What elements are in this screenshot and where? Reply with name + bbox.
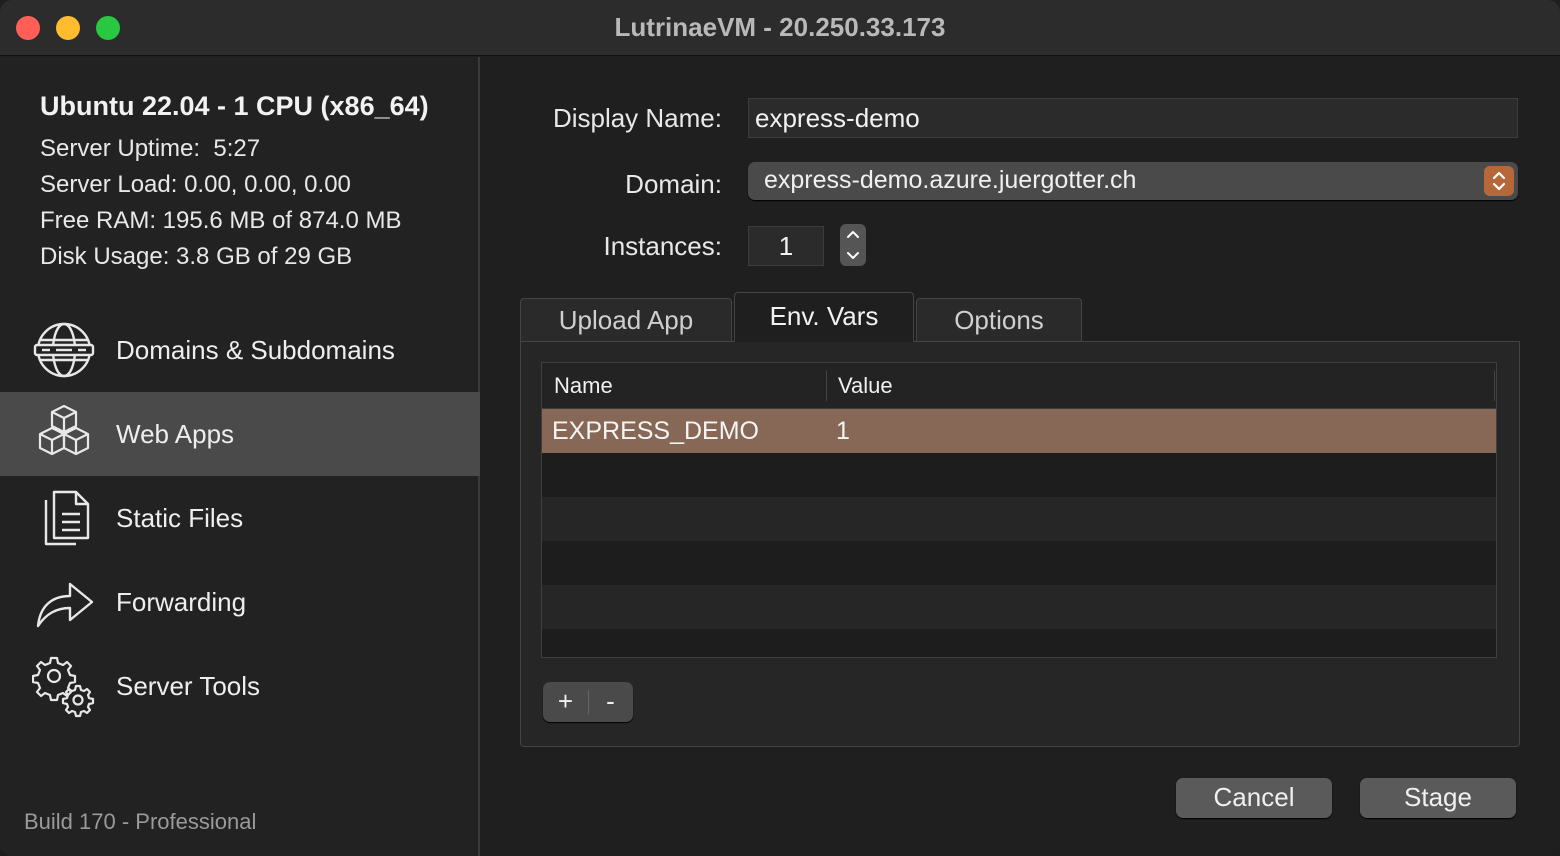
sidebar-item-domains[interactable]: Domains & Subdomains	[0, 308, 480, 392]
chevron-up-icon	[847, 231, 859, 238]
forward-arrow-icon	[32, 570, 96, 634]
display-name-field[interactable]: express-demo	[748, 98, 1518, 138]
env-vars-table[interactable]: Name Value EXPRESS_DEMO 1	[541, 362, 1497, 658]
sidebar-item-static-files[interactable]: Static Files	[0, 476, 480, 560]
stepper-up-button[interactable]	[840, 224, 866, 245]
free-ram: Free RAM: 195.6 MB of 874.0 MB	[40, 207, 402, 234]
env-vars-panel: Name Value EXPRESS_DEMO 1 + -	[520, 341, 1520, 747]
column-header-name[interactable]: Name	[542, 363, 826, 409]
server-uptime: Server Uptime: 5:27	[40, 135, 261, 162]
column-header-value[interactable]: Value	[826, 363, 1494, 409]
sidebar-item-forwarding[interactable]: Forwarding	[0, 560, 480, 644]
server-load: Server Load: 0.00, 0.00, 0.00	[40, 171, 351, 198]
instances-stepper	[840, 224, 866, 266]
sidebar: Ubuntu 22.04 - 1 CPU (x86_64) Server Upt…	[0, 57, 480, 856]
empty-table-row	[542, 497, 1496, 541]
table-row[interactable]: EXPRESS_DEMO 1	[542, 409, 1496, 453]
domain-select[interactable]: express-demo.azure.juergotter.ch	[748, 162, 1518, 200]
main-panel: Display Name: express-demo Domain: expre…	[482, 57, 1560, 856]
sidebar-item-label: Server Tools	[116, 671, 261, 701]
table-header: Name Value	[542, 363, 1496, 409]
sidebar-item-label: Domains & Subdomains	[116, 335, 395, 365]
globe-icon	[32, 318, 96, 382]
tab-options[interactable]: Options	[916, 298, 1082, 342]
empty-table-row	[542, 453, 1496, 497]
updown-chevron-icon	[1484, 166, 1514, 196]
instances-label: Instances:	[603, 231, 722, 261]
display-name-label: Display Name:	[552, 103, 722, 133]
empty-table-row	[542, 585, 1496, 629]
system-info-title: Ubuntu 22.04 - 1 CPU (x86_64)	[40, 91, 429, 121]
tab-env-vars[interactable]: Env. Vars	[734, 292, 914, 342]
window-title: LutrinaeVM - 20.250.33.173	[614, 12, 946, 42]
instances-field[interactable]: 1	[748, 226, 824, 266]
chevron-down-icon	[847, 252, 859, 259]
sidebar-item-label: Forwarding	[116, 587, 247, 617]
domain-select-value: express-demo.azure.juergotter.ch	[764, 166, 1137, 194]
build-info: Build 170 - Professional	[24, 809, 257, 834]
app-window: LutrinaeVM - 20.250.33.173 Ubuntu 22.04 …	[0, 0, 1560, 856]
env-var-value-cell: 1	[836, 417, 850, 445]
disk-usage: Disk Usage: 3.8 GB of 29 GB	[40, 243, 353, 270]
cancel-button[interactable]: Cancel	[1176, 778, 1332, 818]
stage-button[interactable]: Stage	[1360, 778, 1516, 818]
sidebar-item-label: Static Files	[116, 503, 244, 533]
tab-upload-app[interactable]: Upload App	[520, 298, 732, 342]
gears-icon	[31, 654, 96, 718]
env-var-name-cell: EXPRESS_DEMO	[552, 417, 760, 445]
sidebar-item-server-tools[interactable]: Server Tools	[0, 644, 480, 728]
documents-icon	[32, 486, 96, 550]
sidebar-item-web-apps[interactable]: Web Apps	[0, 392, 480, 476]
column-divider	[1494, 371, 1495, 401]
empty-table-row	[542, 541, 1496, 585]
remove-row-button[interactable]: -	[588, 682, 633, 722]
domain-label: Domain:	[625, 169, 722, 199]
stepper-down-button[interactable]	[840, 245, 866, 266]
add-remove-control: + -	[543, 682, 633, 722]
sidebar-item-label: Web Apps	[116, 419, 235, 449]
title-bar: LutrinaeVM - 20.250.33.173	[0, 0, 1560, 56]
cubes-icon	[32, 402, 96, 466]
add-row-button[interactable]: +	[543, 682, 588, 722]
